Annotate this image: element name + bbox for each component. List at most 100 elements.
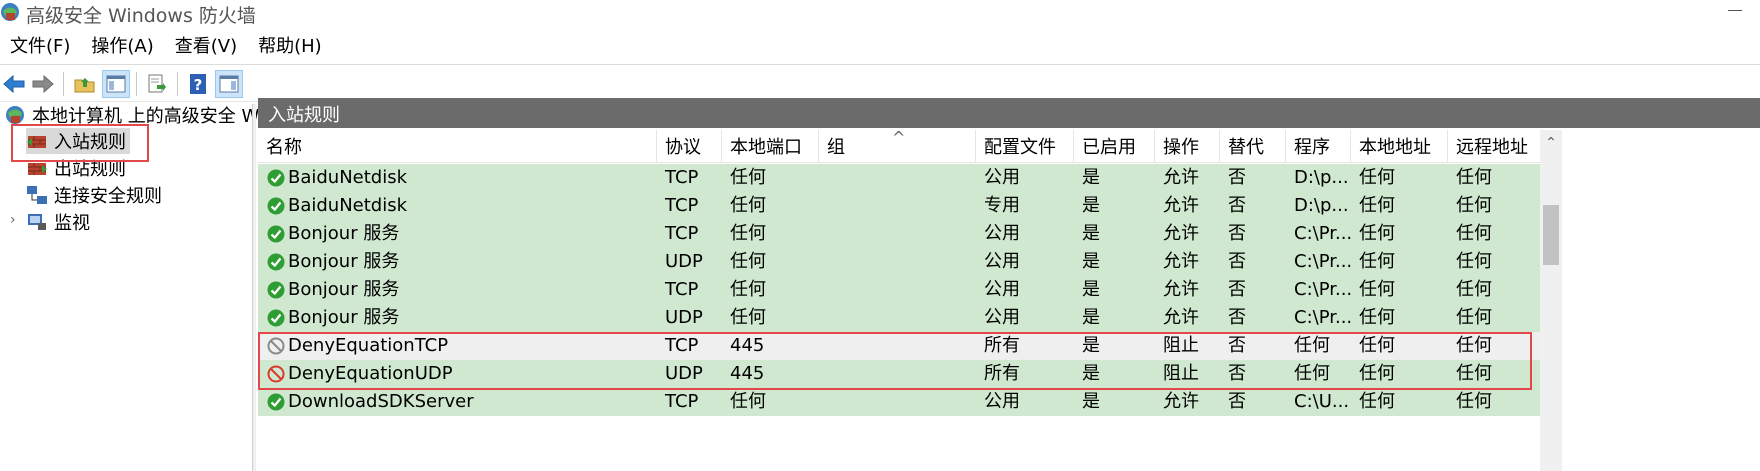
cell-program: D:\p... (1294, 167, 1349, 188)
firewall-globe-icon (6, 106, 24, 124)
table-row[interactable]: Bonjour 服务 TCP 任何 公用 是 允许 否 C:\Pr... 任何 任何 (258, 220, 1540, 248)
cell-enabled: 是 (1082, 167, 1100, 188)
back-button[interactable] (0, 70, 28, 98)
export-list-button[interactable] (143, 70, 171, 98)
menu-bar: 文件(F) 操作(A) 查看(V) 帮助(H) (0, 33, 333, 61)
cell-profile: 公用 (984, 391, 1020, 412)
table-row[interactable]: BaiduNetdisk TCP 任何 公用 是 允许 否 D:\p... 任何 任何 (258, 164, 1540, 192)
cell-local-port: 任何 (730, 251, 766, 272)
cell-enabled: 是 (1082, 251, 1100, 272)
expand-chevron-icon[interactable]: › (10, 212, 16, 228)
show-hide-action-pane-button[interactable] (215, 70, 243, 98)
cell-local-address: 任何 (1359, 251, 1395, 272)
svg-text:?: ? (194, 76, 203, 94)
cell-local-port: 任何 (730, 391, 766, 412)
menu-help[interactable]: 帮助(H) (248, 33, 333, 61)
export-list-icon (148, 74, 166, 93)
column-header-profile[interactable]: 配置文件 (976, 130, 1074, 163)
toolbar: ? (0, 68, 1760, 100)
cell-program: C:\Pr... (1294, 307, 1351, 328)
cell-action: 允许 (1163, 307, 1199, 328)
help-icon: ? (190, 74, 206, 94)
column-header-enabled[interactable]: 已启用 (1074, 130, 1155, 163)
toolbar-separator (63, 72, 64, 96)
cell-override: 否 (1228, 195, 1246, 216)
cell-override: 否 (1228, 167, 1246, 188)
cell-remote-address: 任何 (1456, 223, 1492, 244)
cell-profile: 公用 (984, 279, 1020, 300)
cell-group (819, 220, 976, 248)
pane-splitter[interactable] (252, 104, 256, 471)
cell-program: C:\Pr... (1294, 223, 1351, 244)
firewall-app-icon (1, 3, 19, 21)
cell-local-address: 任何 (1359, 279, 1395, 300)
show-hide-action-pane-icon (219, 75, 239, 93)
pane-title: 入站规则 (268, 105, 340, 126)
table-row[interactable]: Bonjour 服务 UDP 任何 公用 是 允许 否 C:\Pr... 任何 任何 (258, 304, 1540, 332)
cell-remote-address: 任何 (1456, 195, 1492, 216)
column-header-protocol[interactable]: 协议 (657, 130, 722, 163)
toolbar-separator (136, 72, 137, 96)
table-row[interactable]: Bonjour 服务 TCP 任何 公用 是 允许 否 C:\Pr... 任何 任何 (258, 276, 1540, 304)
forward-icon (32, 74, 54, 94)
cell-override: 否 (1228, 391, 1246, 412)
table-row[interactable]: DownloadSDKServer TCP 任何 公用 是 允许 否 C:\U... 任何 任何 (258, 388, 1540, 416)
rules-table: 名称 协议 本地端口 组 配置文件 已启用 操作 替代 程序 本地地址 远程地址… (258, 130, 1540, 471)
cell-local-address: 任何 (1359, 223, 1395, 244)
cell-local-address: 任何 (1359, 391, 1395, 412)
sort-ascending-icon: ^ (892, 130, 906, 147)
back-icon (3, 74, 25, 94)
vertical-scrollbar[interactable]: ⌃ (1540, 130, 1562, 471)
scroll-up-icon[interactable]: ⌃ (1540, 130, 1562, 154)
menu-action[interactable]: 操作(A) (81, 33, 164, 61)
table-row[interactable]: Bonjour 服务 UDP 任何 公用 是 允许 否 C:\Pr... 任何 任何 (258, 248, 1540, 276)
cell-enabled: 是 (1082, 307, 1100, 328)
forward-button[interactable] (29, 70, 57, 98)
menu-view[interactable]: 查看(V) (165, 33, 248, 61)
cell-profile: 公用 (984, 307, 1020, 328)
tree-item-connection-security-rules[interactable]: 连接安全规则 (26, 182, 162, 208)
cell-program: C:\Pr... (1294, 251, 1351, 272)
column-header-name[interactable]: 名称 (258, 130, 657, 163)
cell-group (819, 304, 976, 332)
tree-item-monitoring[interactable]: 监视 (26, 209, 90, 235)
show-hide-tree-icon (106, 75, 126, 93)
column-header-action[interactable]: 操作 (1155, 130, 1220, 163)
cell-protocol: TCP (665, 195, 699, 216)
cell-action: 允许 (1163, 251, 1199, 272)
cell-protocol: UDP (665, 307, 703, 328)
scroll-thumb[interactable] (1543, 205, 1559, 265)
column-header-local-address[interactable]: 本地地址 (1351, 130, 1448, 163)
cell-local-address: 任何 (1359, 167, 1395, 188)
highlight-deny-equation-rules (258, 332, 1532, 390)
menu-file[interactable]: 文件(F) (0, 33, 81, 61)
minimize-button[interactable] (1722, 0, 1752, 20)
show-hide-tree-button[interactable] (102, 70, 130, 98)
cell-override: 否 (1228, 251, 1246, 272)
table-row[interactable]: BaiduNetdisk TCP 任何 专用 是 允许 否 D:\p... 任何 任何 (258, 192, 1540, 220)
cell-action: 允许 (1163, 167, 1199, 188)
cell-local-address: 任何 (1359, 195, 1395, 216)
column-header-remote-address[interactable]: 远程地址 (1448, 130, 1540, 163)
cell-program: C:\U... (1294, 391, 1350, 412)
cell-enabled: 是 (1082, 223, 1100, 244)
cell-name: BaiduNetdisk (288, 167, 408, 188)
cell-name: DownloadSDKServer (288, 391, 474, 412)
toolbar-separator (177, 72, 178, 96)
column-header-override[interactable]: 替代 (1220, 130, 1286, 163)
cell-local-port: 任何 (730, 195, 766, 216)
up-folder-icon (74, 78, 95, 93)
cell-local-port: 任何 (730, 279, 766, 300)
cell-program: D:\p... (1294, 195, 1349, 216)
up-folder-button[interactable] (71, 70, 99, 98)
cell-profile: 公用 (984, 223, 1020, 244)
cell-group (819, 388, 976, 416)
column-header-program[interactable]: 程序 (1286, 130, 1351, 163)
cell-profile: 公用 (984, 167, 1020, 188)
cell-enabled: 是 (1082, 195, 1100, 216)
column-header-local-port[interactable]: 本地端口 (722, 130, 819, 163)
cell-protocol: TCP (665, 223, 699, 244)
help-button[interactable]: ? (184, 70, 212, 98)
cell-action: 允许 (1163, 391, 1199, 412)
cell-profile: 公用 (984, 251, 1020, 272)
